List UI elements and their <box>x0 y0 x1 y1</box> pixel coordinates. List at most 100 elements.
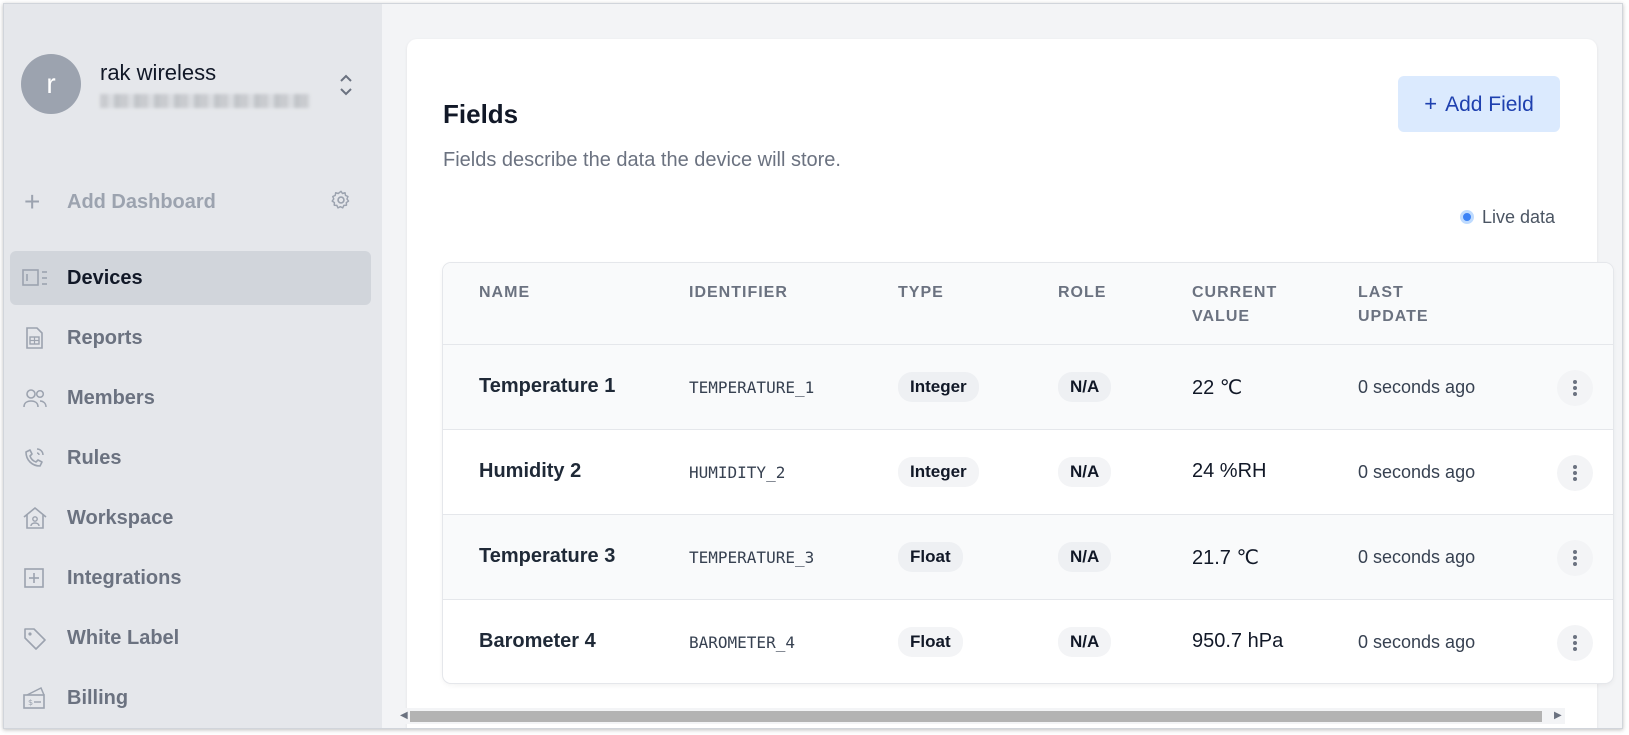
field-role: N/A <box>1058 457 1112 487</box>
role-badge: N/A <box>1058 457 1112 487</box>
field-role: N/A <box>1058 372 1112 402</box>
table-body: Temperature 1 TEMPERATURE_1 Integer N/A … <box>443 345 1613 683</box>
integrations-icon <box>24 568 44 588</box>
scrollbar-thumb[interactable] <box>410 711 1542 722</box>
sidebar-item-white-label[interactable]: White Label <box>10 611 371 665</box>
sidebar-item-label: Members <box>67 387 155 409</box>
field-current-value: 950.7 hPa <box>1192 630 1284 652</box>
live-indicator-icon <box>1460 210 1474 224</box>
field-current-value: 21.7 ℃ <box>1192 547 1259 569</box>
sidebar-item-label: Billing <box>67 687 129 709</box>
app-window: r rak wireless + Add Dashboard Devices R… <box>3 3 1623 729</box>
more-options-icon[interactable] <box>1557 370 1593 406</box>
sidebar-item-label: Reports <box>67 327 143 349</box>
role-badge: N/A <box>1058 372 1112 402</box>
fields-card: Fields Fields describe the data the devi… <box>407 39 1613 728</box>
plus-icon: + <box>24 186 41 217</box>
type-badge: Float <box>898 542 963 572</box>
field-current-value: 24 %RH <box>1192 460 1267 482</box>
column-header-type[interactable]: TYPE <box>898 281 944 305</box>
horizontal-scrollbar[interactable]: ◀ ▶ <box>400 708 1565 724</box>
org-name: rak wireless <box>100 60 217 85</box>
add-dashboard[interactable]: + Add Dashboard <box>22 186 362 222</box>
sidebar-item-reports[interactable]: Reports <box>10 311 371 365</box>
field-name: Humidity 2 <box>479 460 582 482</box>
field-type: Integer <box>898 372 979 402</box>
sidebar-item-label: Workspace <box>67 507 174 529</box>
sidebar-item-devices[interactable]: Devices <box>10 251 371 305</box>
sidebar-item-rules[interactable]: Rules <box>10 431 371 485</box>
sidebar-item-billing[interactable]: $ Billing <box>10 671 371 725</box>
column-header-name[interactable]: NAME <box>479 281 530 305</box>
column-header-current-value[interactable]: CURRENT VALUE <box>1192 281 1277 329</box>
field-last-update: 0 seconds ago <box>1358 462 1476 482</box>
sidebar: r rak wireless + Add Dashboard Devices R… <box>4 4 382 728</box>
members-icon <box>23 389 47 408</box>
chevron-updown-icon[interactable] <box>336 70 356 100</box>
type-badge: Float <box>898 627 963 657</box>
sidebar-item-label: Rules <box>67 447 122 469</box>
field-last-update: 0 seconds ago <box>1358 547 1476 567</box>
sidebar-item-label: White Label <box>67 627 180 649</box>
add-dashboard-label: Add Dashboard <box>67 191 216 213</box>
table-row[interactable]: Temperature 1 TEMPERATURE_1 Integer N/A … <box>443 345 1613 430</box>
table-row[interactable]: Humidity 2 HUMIDITY_2 Integer N/A 24 %RH… <box>443 430 1613 515</box>
field-name: Temperature 3 <box>479 545 616 567</box>
sidebar-item-label: Devices <box>67 267 143 289</box>
field-role: N/A <box>1058 627 1112 657</box>
plus-icon: + <box>1424 91 1438 116</box>
sidebar-item-members[interactable]: Members <box>10 371 371 425</box>
tag-icon <box>24 628 46 650</box>
page-description: Fields describe the data the device will… <box>443 149 841 171</box>
field-name: Barometer 4 <box>479 630 596 652</box>
role-badge: N/A <box>1058 627 1112 657</box>
sidebar-item-label: Integrations <box>67 567 182 589</box>
field-identifier: TEMPERATURE_3 <box>689 548 815 567</box>
field-name: Temperature 1 <box>479 375 616 397</box>
type-badge: Integer <box>898 457 979 487</box>
devices-icon <box>22 269 47 286</box>
avatar: r <box>21 54 81 114</box>
scroll-right-icon[interactable]: ▶ <box>1554 710 1562 721</box>
reports-icon <box>26 327 43 349</box>
type-badge: Integer <box>898 372 979 402</box>
field-identifier: TEMPERATURE_1 <box>689 378 815 397</box>
billing-icon: $ <box>23 686 45 709</box>
page-title: Fields <box>443 99 519 129</box>
fields-table: NAME IDENTIFIER TYPE ROLE CURRENT VALUE … <box>443 263 1613 683</box>
more-options-icon[interactable] <box>1557 455 1593 491</box>
field-last-update: 0 seconds ago <box>1358 632 1476 652</box>
rules-icon <box>25 448 44 467</box>
add-field-button[interactable]: + Add Field <box>1398 76 1560 132</box>
field-current-value: 22 ℃ <box>1192 377 1243 399</box>
live-data-toggle[interactable]: Live data <box>1460 207 1555 228</box>
field-type: Integer <box>898 457 979 487</box>
field-type: Float <box>898 627 963 657</box>
column-header-identifier[interactable]: IDENTIFIER <box>689 281 788 305</box>
more-options-icon[interactable] <box>1557 625 1593 661</box>
scroll-left-icon[interactable]: ◀ <box>400 710 408 721</box>
table-header: NAME IDENTIFIER TYPE ROLE CURRENT VALUE … <box>443 263 1613 345</box>
add-field-label: Add Field <box>1445 93 1534 116</box>
main-content: Fields Fields describe the data the devi… <box>382 4 1622 728</box>
table-row[interactable]: Temperature 3 TEMPERATURE_3 Float N/A 21… <box>443 515 1613 600</box>
field-type: Float <box>898 542 963 572</box>
workspace-icon <box>23 506 47 529</box>
column-header-last-update[interactable]: LAST UPDATE <box>1358 281 1429 329</box>
more-options-icon[interactable] <box>1557 540 1593 576</box>
sidebar-item-integrations[interactable]: Integrations <box>10 551 371 605</box>
org-switcher[interactable]: r rak wireless <box>21 54 361 114</box>
column-header-role[interactable]: ROLE <box>1058 281 1106 305</box>
field-identifier: HUMIDITY_2 <box>689 463 786 482</box>
gear-icon[interactable] <box>330 189 352 211</box>
sidebar-nav: Devices Reports Members Rules Workspace … <box>10 251 371 728</box>
role-badge: N/A <box>1058 542 1112 572</box>
field-last-update: 0 seconds ago <box>1358 377 1476 397</box>
field-role: N/A <box>1058 542 1112 572</box>
org-email-redacted <box>100 94 310 108</box>
sidebar-item-workspace[interactable]: Workspace <box>10 491 371 545</box>
table-row[interactable]: Barometer 4 BAROMETER_4 Float N/A 950.7 … <box>443 600 1613 683</box>
live-data-label: Live data <box>1482 207 1556 227</box>
field-identifier: BAROMETER_4 <box>689 633 795 652</box>
svg-text:$: $ <box>28 698 33 707</box>
